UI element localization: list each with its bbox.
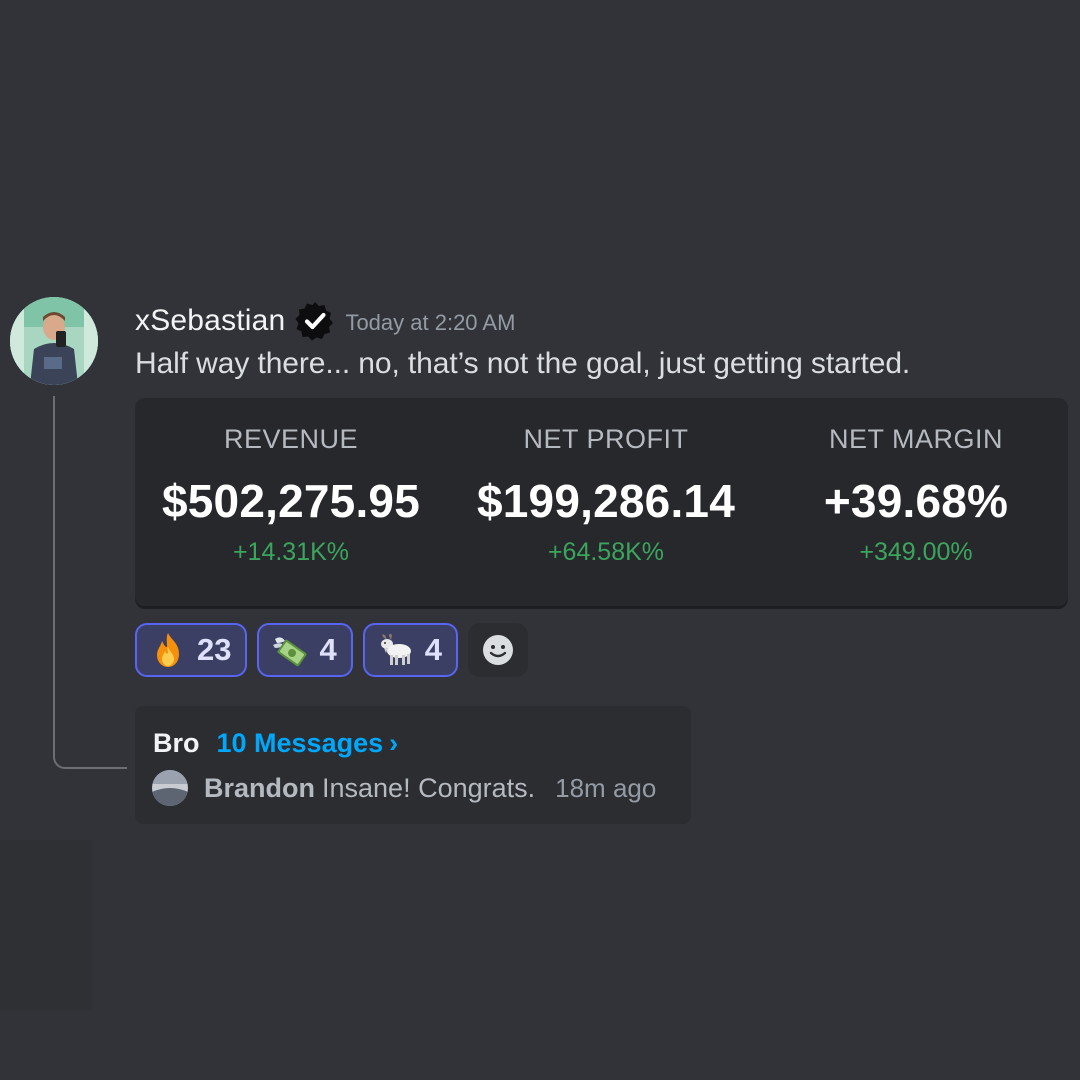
stats-embed-card: REVENUE $502,275.95 +14.31K% NET PROFIT … <box>135 398 1068 606</box>
author-avatar[interactable] <box>10 297 98 385</box>
smiley-face-icon <box>482 635 513 665</box>
reaction-fire[interactable]: 23 <box>135 623 248 677</box>
discord-chat-view: xSebastian Today at 2:20 AM Half way the… <box>0 0 1080 1080</box>
message-content: Half way there... no, that’s not the goa… <box>135 347 911 380</box>
thread-name[interactable]: Bro <box>153 728 200 759</box>
last-message-text: Insane! Congrats. <box>322 772 536 803</box>
thread-preview[interactable]: Bro 10 Messages › Brandon Insane! Congra… <box>135 706 691 824</box>
message-header: xSebastian Today at 2:20 AM <box>135 300 515 342</box>
stat-change: +64.58K% <box>547 538 665 566</box>
author-username[interactable]: xSebastian <box>135 304 285 338</box>
thread-last-message: Brandon Insane! Congrats. 18m ago <box>152 770 656 806</box>
reaction-goat[interactable]: 4 <box>362 623 458 677</box>
fire-icon <box>149 631 187 669</box>
stat-change: +349.00% <box>859 538 973 566</box>
stat-change: +14.31K% <box>232 538 350 566</box>
thread-title-row: Bro 10 Messages › <box>153 728 398 759</box>
money-with-wings-icon <box>271 631 309 669</box>
reaction-money-with-wings[interactable]: 4 <box>257 623 353 677</box>
stat-value: +39.68% <box>823 475 1009 527</box>
reaction-count: 4 <box>424 632 442 667</box>
stat-value: $199,286.14 <box>476 475 735 527</box>
last-message-time: 18m ago <box>555 772 657 803</box>
avatar-photo <box>10 297 98 385</box>
stat-label: NET MARGIN <box>828 424 1003 454</box>
last-author-name: Brandon <box>204 772 315 803</box>
thread-message-count-link[interactable]: 10 Messages <box>217 728 384 759</box>
reaction-count: 23 <box>197 632 232 667</box>
goat-icon <box>377 631 415 669</box>
verified-badge-icon <box>295 301 335 341</box>
reaction-count: 4 <box>319 632 337 667</box>
chevron-right-icon: › <box>389 728 399 758</box>
stat-label: REVENUE <box>223 424 359 454</box>
last-author-avatar <box>152 770 188 806</box>
add-reaction-button[interactable] <box>467 623 528 677</box>
reactions-bar: 23 4 4 <box>135 623 528 677</box>
thread-connector-line <box>53 396 127 769</box>
stat-value: $502,275.95 <box>161 475 420 527</box>
background-shade <box>0 840 92 1010</box>
stat-label: NET PROFIT <box>523 424 689 454</box>
message-timestamp: Today at 2:20 AM <box>345 310 516 335</box>
